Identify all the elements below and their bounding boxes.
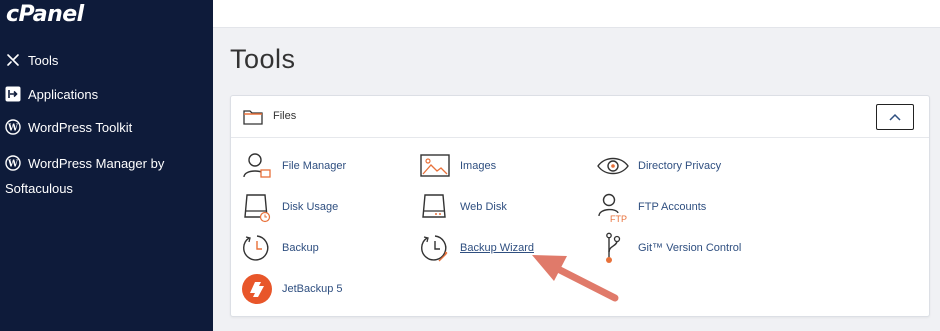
sidebar: cPanel Tools Applications W WordPress To…: [0, 0, 213, 331]
page-title: Tools: [230, 44, 296, 74]
sidebar-item-wordpress-manager[interactable]: W WordPress Manager by Softaculous: [5, 151, 205, 201]
disk-usage-icon: [241, 191, 273, 223]
tool-label: Disk Usage: [282, 201, 339, 213]
tool-backup[interactable]: Backup: [241, 232, 319, 264]
sidebar-item-label: Tools: [28, 52, 59, 68]
tool-jetbackup[interactable]: JetBackup 5: [241, 273, 343, 305]
panel-header[interactable]: Files: [231, 96, 929, 138]
tool-directory-privacy[interactable]: Directory Privacy: [597, 150, 721, 182]
tool-label: JetBackup 5: [282, 283, 343, 295]
directory-privacy-icon: [597, 150, 629, 182]
tool-web-disk[interactable]: Web Disk: [419, 191, 507, 223]
tools-icon: [5, 52, 21, 68]
sidebar-item-label: WordPress Toolkit: [28, 119, 133, 135]
sidebar-item-tools[interactable]: Tools: [5, 52, 58, 68]
tool-label: Backup: [282, 242, 319, 254]
images-icon: [419, 150, 451, 182]
wordpress-icon: W: [5, 154, 21, 171]
jetbackup-icon: [241, 273, 273, 305]
wordpress-icon: W: [5, 119, 21, 135]
svg-text:FTP: FTP: [610, 214, 627, 223]
tool-label: Images: [460, 160, 497, 172]
ftp-accounts-icon: FTP: [597, 191, 629, 223]
sidebar-item-wordpress-toolkit[interactable]: W WordPress Toolkit: [5, 119, 132, 135]
applications-icon: [5, 86, 21, 102]
tool-label: Web Disk: [460, 201, 507, 213]
tool-label: Backup Wizard: [460, 242, 534, 254]
top-bar: [213, 0, 940, 28]
chevron-up-icon: [889, 108, 901, 126]
folder-icon: [243, 109, 263, 130]
tool-images[interactable]: Images: [419, 150, 496, 182]
tool-label: Directory Privacy: [638, 160, 722, 172]
sidebar-item-label: WordPress Manager by Softaculous: [5, 156, 165, 196]
cpanel-logo[interactable]: cPanel: [6, 2, 84, 27]
tool-backup-wizard[interactable]: Backup Wizard: [419, 232, 534, 264]
tool-label: File Manager: [282, 160, 347, 172]
tool-git-version-control[interactable]: Git™ Version Control: [597, 232, 741, 264]
panel-title: Files: [273, 110, 297, 122]
svg-text:W: W: [7, 124, 19, 134]
web-disk-icon: [419, 191, 451, 223]
sidebar-item-label: Applications: [28, 86, 99, 102]
tool-ftp-accounts[interactable]: FTP FTP Accounts: [597, 191, 706, 223]
tool-label: Git™ Version Control: [638, 242, 742, 254]
git-icon: [597, 232, 629, 264]
backup-wizard-icon: [419, 232, 451, 264]
svg-text:W: W: [7, 160, 19, 170]
tool-label: FTP Accounts: [638, 201, 707, 213]
tool-file-manager[interactable]: File Manager: [241, 150, 346, 182]
backup-icon: [241, 232, 273, 264]
file-manager-icon: [241, 150, 273, 182]
collapse-button[interactable]: [876, 104, 914, 130]
tool-disk-usage[interactable]: Disk Usage: [241, 191, 338, 223]
sidebar-item-applications[interactable]: Applications: [5, 86, 98, 102]
